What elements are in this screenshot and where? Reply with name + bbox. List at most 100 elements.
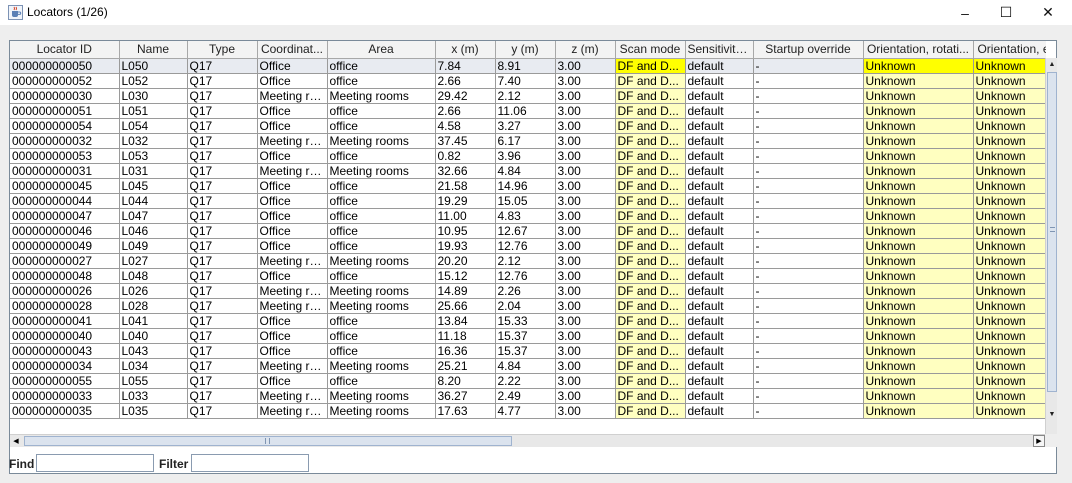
- table-cell[interactable]: Office: [257, 148, 328, 164]
- table-cell[interactable]: Meeting rooms: [327, 388, 436, 404]
- table-cell[interactable]: Q17: [187, 373, 258, 389]
- table-cell[interactable]: office: [327, 208, 436, 224]
- table-cell[interactable]: default: [685, 163, 754, 179]
- table-cell[interactable]: Unknown: [973, 133, 1046, 149]
- table-cell[interactable]: Unknown: [973, 103, 1046, 119]
- table-cell[interactable]: Q17: [187, 253, 258, 269]
- column-header[interactable]: Orientation, e: [973, 41, 1046, 59]
- table-cell[interactable]: default: [685, 208, 754, 224]
- table-cell[interactable]: L050: [119, 58, 188, 74]
- table-cell[interactable]: L043: [119, 343, 188, 359]
- table-cell[interactable]: DF and D...: [615, 268, 686, 284]
- table-cell[interactable]: Q17: [187, 343, 258, 359]
- table-cell[interactable]: Office: [257, 238, 328, 254]
- table-cell[interactable]: 15.12: [435, 268, 496, 284]
- table-cell[interactable]: Unknown: [863, 238, 974, 254]
- table-cell[interactable]: DF and D...: [615, 283, 686, 299]
- table-cell[interactable]: 3.00: [555, 178, 616, 194]
- table-row[interactable]: 000000000030 L030 Q17 Meeting ro... Meeting …: [10, 88, 1046, 104]
- table-cell[interactable]: office: [327, 103, 436, 119]
- table-cell[interactable]: Unknown: [863, 118, 974, 134]
- table-cell[interactable]: default: [685, 238, 754, 254]
- table-cell[interactable]: Q17: [187, 358, 258, 374]
- table-cell[interactable]: 6.17: [495, 133, 556, 149]
- table-cell[interactable]: Unknown: [863, 283, 974, 299]
- table-row[interactable]: 000000000035 L035 Q17 Meeting ro... Meeting …: [10, 403, 1046, 419]
- table-cell[interactable]: Unknown: [863, 328, 974, 344]
- table-cell[interactable]: 3.00: [555, 403, 616, 419]
- table-cell[interactable]: DF and D...: [615, 358, 686, 374]
- table-cell[interactable]: 15.37: [495, 328, 556, 344]
- table-cell[interactable]: 7.84: [435, 58, 496, 74]
- table-cell[interactable]: L034: [119, 358, 188, 374]
- table-cell[interactable]: DF and D...: [615, 58, 686, 74]
- table-cell[interactable]: L033: [119, 388, 188, 404]
- table-cell[interactable]: 3.00: [555, 238, 616, 254]
- table-cell[interactable]: -: [753, 328, 864, 344]
- table-cell[interactable]: Unknown: [973, 298, 1046, 314]
- table-cell[interactable]: DF and D...: [615, 193, 686, 209]
- table-cell[interactable]: default: [685, 373, 754, 389]
- table-cell[interactable]: -: [753, 343, 864, 359]
- table-cell[interactable]: 14.96: [495, 178, 556, 194]
- column-header[interactable]: Orientation, rotati...: [863, 41, 974, 59]
- scroll-up-arrow-icon[interactable]: ▲: [1046, 58, 1058, 70]
- table-cell[interactable]: default: [685, 103, 754, 119]
- table-row[interactable]: 000000000034 L034 Q17 Meeting ro... Meeting …: [10, 358, 1046, 374]
- table-cell[interactable]: L041: [119, 313, 188, 329]
- table-cell[interactable]: L046: [119, 223, 188, 239]
- table-cell[interactable]: DF and D...: [615, 313, 686, 329]
- table-cell[interactable]: 8.20: [435, 373, 496, 389]
- table-cell[interactable]: 2.04: [495, 298, 556, 314]
- table-row[interactable]: 000000000055 L055 Q17 Office office 8.20 2.22 3…: [10, 373, 1046, 389]
- table-cell[interactable]: L045: [119, 178, 188, 194]
- table-cell[interactable]: Meeting rooms: [327, 253, 436, 269]
- table-cell[interactable]: office: [327, 223, 436, 239]
- table-cell[interactable]: 11.18: [435, 328, 496, 344]
- table-cell[interactable]: Unknown: [863, 73, 974, 89]
- table-cell[interactable]: 32.66: [435, 163, 496, 179]
- table-cell[interactable]: office: [327, 313, 436, 329]
- table-cell[interactable]: -: [753, 268, 864, 284]
- table-cell[interactable]: L053: [119, 148, 188, 164]
- table-cell[interactable]: 3.00: [555, 208, 616, 224]
- table-cell[interactable]: DF and D...: [615, 388, 686, 404]
- table-cell[interactable]: 11.06: [495, 103, 556, 119]
- table-row[interactable]: 000000000026 L026 Q17 Meeting ro... Meeting …: [10, 283, 1046, 299]
- column-header[interactable]: y (m): [495, 41, 556, 59]
- column-header[interactable]: Name: [119, 41, 188, 59]
- table-cell[interactable]: 15.05: [495, 193, 556, 209]
- table-cell[interactable]: 000000000054: [10, 118, 120, 134]
- table-cell[interactable]: DF and D...: [615, 343, 686, 359]
- table-cell[interactable]: Meeting ro...: [257, 298, 328, 314]
- column-header[interactable]: x (m): [435, 41, 496, 59]
- table-cell[interactable]: Q17: [187, 403, 258, 419]
- table-cell[interactable]: 000000000026: [10, 283, 120, 299]
- table-cell[interactable]: Q17: [187, 58, 258, 74]
- table-cell[interactable]: 3.00: [555, 58, 616, 74]
- table-cell[interactable]: Meeting ro...: [257, 163, 328, 179]
- table-cell[interactable]: Q17: [187, 283, 258, 299]
- maximize-button[interactable]: ☐: [985, 0, 1027, 25]
- table-cell[interactable]: 000000000033: [10, 388, 120, 404]
- table-cell[interactable]: 3.00: [555, 358, 616, 374]
- table-row[interactable]: 000000000053 L053 Q17 Office office 0.82 3.96 3…: [10, 148, 1046, 164]
- table-cell[interactable]: Unknown: [973, 163, 1046, 179]
- table-row[interactable]: 000000000031 L031 Q17 Meeting ro... Meeting …: [10, 163, 1046, 179]
- table-cell[interactable]: L028: [119, 298, 188, 314]
- table-cell[interactable]: Unknown: [863, 403, 974, 419]
- table-cell[interactable]: 000000000028: [10, 298, 120, 314]
- table-cell[interactable]: -: [753, 388, 864, 404]
- table-cell[interactable]: 3.27: [495, 118, 556, 134]
- table-cell[interactable]: 3.00: [555, 388, 616, 404]
- table-cell[interactable]: Unknown: [863, 358, 974, 374]
- table-cell[interactable]: -: [753, 148, 864, 164]
- table-cell[interactable]: 2.22: [495, 373, 556, 389]
- table-cell[interactable]: office: [327, 73, 436, 89]
- table-cell[interactable]: -: [753, 358, 864, 374]
- table-cell[interactable]: DF and D...: [615, 373, 686, 389]
- table-cell[interactable]: -: [753, 253, 864, 269]
- table-cell[interactable]: L047: [119, 208, 188, 224]
- table-cell[interactable]: DF and D...: [615, 118, 686, 134]
- table-cell[interactable]: 10.95: [435, 223, 496, 239]
